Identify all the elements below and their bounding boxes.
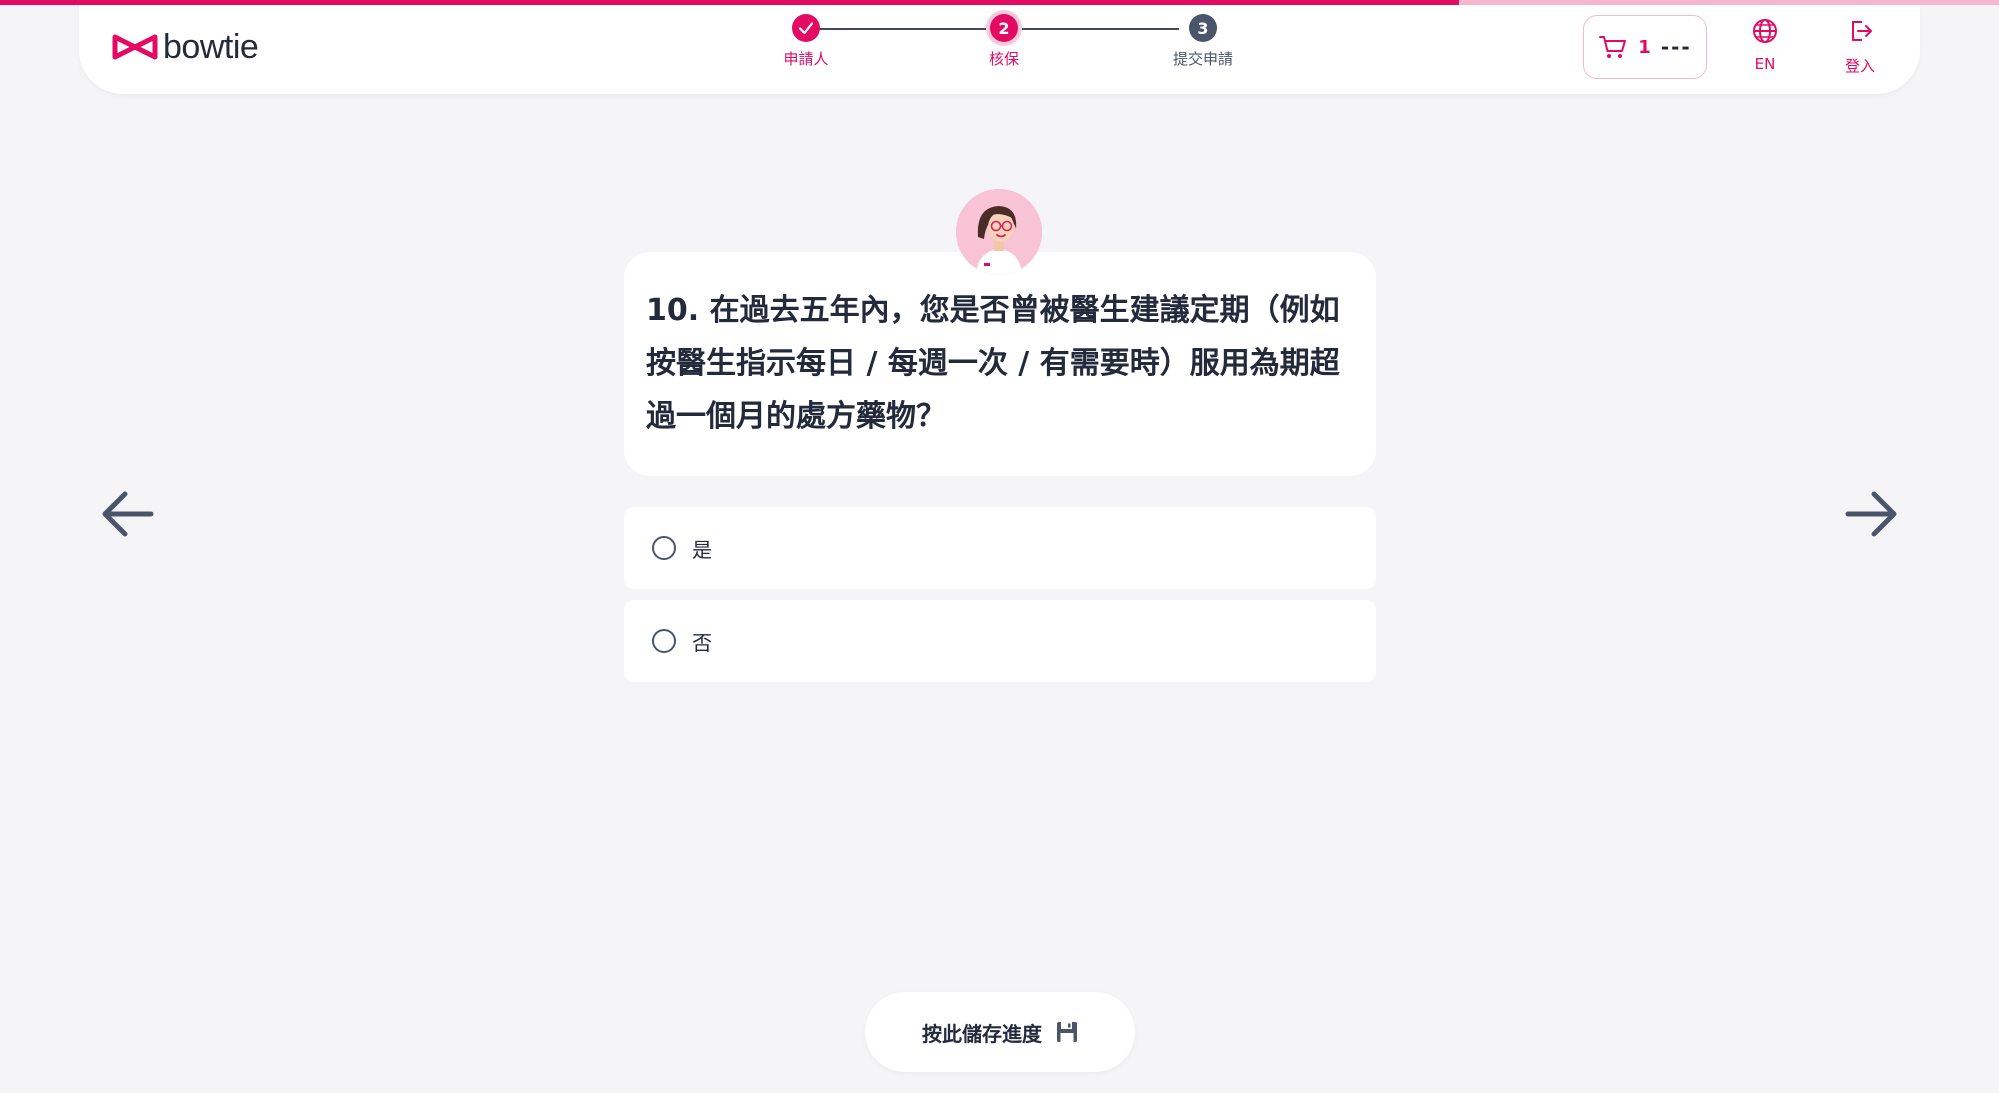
step-underwriting[interactable]: 2 核保 [954, 14, 1054, 69]
arrow-right-icon [1845, 491, 1897, 537]
step-applicant[interactable]: 申請人 [756, 14, 856, 69]
language-button[interactable]: EN [1730, 17, 1800, 73]
previous-arrow-button[interactable] [97, 484, 157, 544]
question-text: 10. 在過去五年內，您是否曾被醫生建議定期（例如按醫生指示每日 / 每週一次 … [646, 293, 1340, 434]
step-label: 核保 [988, 50, 1019, 68]
check-icon [792, 14, 820, 42]
option-no[interactable]: 否 [624, 600, 1376, 682]
save-progress-button[interactable]: 按此儲存進度 [865, 992, 1135, 1072]
step-number: 2 [990, 14, 1018, 42]
option-yes[interactable]: 是 [624, 507, 1376, 589]
login-icon [1852, 21, 1872, 41]
save-progress-label: 按此儲存進度 [922, 1021, 1042, 1046]
next-arrow-button[interactable] [1842, 484, 1902, 544]
option-label: 否 [692, 630, 712, 655]
step-number: 3 [1189, 14, 1217, 42]
cart-icon [1599, 36, 1627, 58]
step-submit[interactable]: 3 提交申請 [1153, 14, 1253, 69]
login-button[interactable]: 登入 [1825, 17, 1895, 76]
assistant-avatar-illustration [956, 189, 1042, 275]
option-label: 是 [692, 537, 712, 562]
arrow-left-icon [102, 491, 154, 537]
step-label: 提交申請 [1172, 50, 1233, 68]
question-card: 10. 在過去五年內，您是否曾被醫生建議定期（例如按醫生指示每日 / 每週一次 … [624, 252, 1376, 476]
cart-button[interactable]: 1 --- [1583, 15, 1707, 79]
language-label: EN [1754, 55, 1776, 73]
login-label: 登入 [1844, 57, 1875, 75]
top-header: bowtie 申請人 2 核保 3 提交申請 1 --- EN 登入 [79, 5, 1920, 94]
assistant-avatar [956, 189, 1042, 275]
cart-count: 1 [1638, 36, 1651, 58]
radio-unchecked-icon[interactable] [652, 629, 676, 653]
floppy-disk-icon [1057, 1022, 1077, 1042]
step-label: 申請人 [783, 50, 829, 68]
globe-icon [1753, 19, 1777, 43]
cart-total: --- [1660, 35, 1692, 59]
radio-unchecked-icon[interactable] [652, 536, 676, 560]
